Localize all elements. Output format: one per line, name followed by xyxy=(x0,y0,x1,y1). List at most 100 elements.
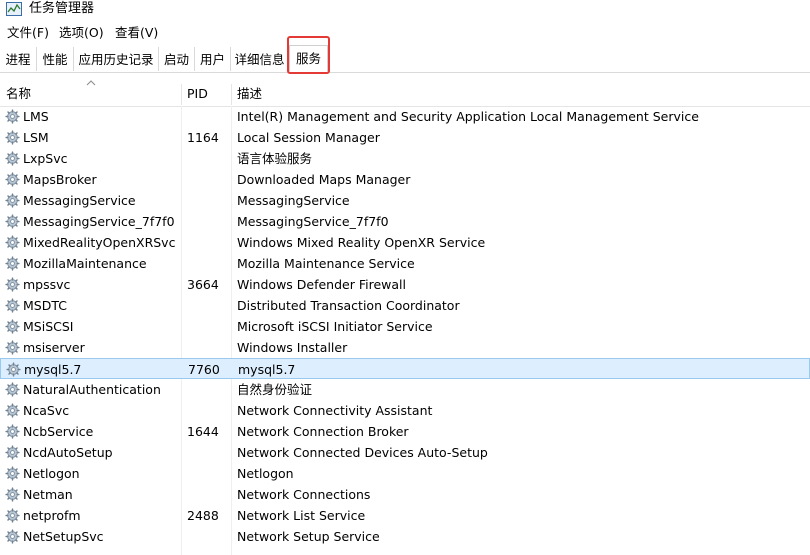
service-description: Local Session Manager xyxy=(237,130,380,145)
service-name: msiserver xyxy=(23,340,85,355)
service-gear-icon xyxy=(5,340,20,355)
service-name: MSDTC xyxy=(23,298,67,313)
service-pid: 7760 xyxy=(188,362,220,377)
service-name: MessagingService_7f7f0 xyxy=(23,214,175,229)
service-name: mpssvc xyxy=(23,277,71,292)
service-row[interactable]: MessagingService_7f7f0 MessagingService_… xyxy=(0,211,810,232)
service-description: Network Connections xyxy=(237,487,371,502)
service-row[interactable]: MozillaMaintenance Mozilla Maintenance S… xyxy=(0,253,810,274)
service-pid: 3664 xyxy=(187,277,219,292)
service-gear-icon xyxy=(5,172,20,187)
tab-details[interactable]: 详细信息 xyxy=(231,47,289,71)
service-description: Distributed Transaction Coordinator xyxy=(237,298,460,313)
service-gear-icon xyxy=(5,319,20,334)
service-row[interactable]: Netlogon Netlogon xyxy=(0,463,810,484)
service-description: Downloaded Maps Manager xyxy=(237,172,411,187)
service-row[interactable]: NcaSvc Network Connectivity Assistant xyxy=(0,400,810,421)
column-pid[interactable]: PID xyxy=(181,84,231,105)
service-description: Mozilla Maintenance Service xyxy=(237,256,415,271)
service-name: NcaSvc xyxy=(23,403,70,418)
service-row[interactable]: MixedRealityOpenXRSvc Windows Mixed Real… xyxy=(0,232,810,253)
service-row[interactable]: MapsBroker Downloaded Maps Manager xyxy=(0,169,810,190)
services-list: LMS Intel(R) Management and Security App… xyxy=(0,106,810,555)
service-pid: 1164 xyxy=(187,130,219,145)
service-row[interactable]: MSDTC Distributed Transaction Coordinato… xyxy=(0,295,810,316)
menu-file[interactable]: 文件(F) xyxy=(7,24,49,42)
service-gear-icon xyxy=(5,466,20,481)
service-name: NcbService xyxy=(23,424,94,439)
service-pid: 2488 xyxy=(187,508,219,523)
menu-options[interactable]: 选项(O) xyxy=(59,24,104,42)
service-gear-icon xyxy=(5,130,20,145)
service-gear-icon xyxy=(5,277,20,292)
service-row[interactable]: netprofm 2488 Network List Service xyxy=(0,505,810,526)
service-description: Network Connectivity Assistant xyxy=(237,403,433,418)
service-row[interactable]: NetSetupSvc Network Setup Service xyxy=(0,526,810,547)
service-row[interactable]: LMS Intel(R) Management and Security App… xyxy=(0,106,810,127)
service-gear-icon xyxy=(5,193,20,208)
service-row[interactable]: mpssvc 3664 Windows Defender Firewall xyxy=(0,274,810,295)
task-manager-icon xyxy=(6,2,22,16)
service-description: Microsoft iSCSI Initiator Service xyxy=(237,319,433,334)
service-row[interactable]: NaturalAuthentication 自然身份验证 xyxy=(0,379,810,400)
service-description: Windows Defender Firewall xyxy=(237,277,406,292)
menu-bar: 文件(F) 选项(O) 查看(V) xyxy=(0,24,810,44)
service-name: Netlogon xyxy=(23,466,80,481)
service-gear-icon xyxy=(5,256,20,271)
service-description: Network Setup Service xyxy=(237,529,380,544)
service-gear-icon xyxy=(5,508,20,523)
service-name: NcdAutoSetup xyxy=(23,445,113,460)
column-name[interactable]: 名称 xyxy=(0,84,181,105)
service-description: MessagingService_7f7f0 xyxy=(237,214,389,229)
service-name: MixedRealityOpenXRSvc xyxy=(23,235,176,250)
service-row[interactable]: msiserver Windows Installer xyxy=(0,337,810,358)
title-bar: 任务管理器 xyxy=(0,0,810,20)
service-gear-icon xyxy=(5,109,20,124)
service-row[interactable]: NcbService 1644 Network Connection Broke… xyxy=(0,421,810,442)
service-row[interactable]: MSiSCSI Microsoft iSCSI Initiator Servic… xyxy=(0,316,810,337)
service-gear-icon xyxy=(6,362,21,377)
column-header: 名称 PID 描述 xyxy=(0,84,810,107)
service-description: 自然身份验证 xyxy=(237,382,313,397)
service-gear-icon xyxy=(5,382,20,397)
service-name: MSiSCSI xyxy=(23,319,74,334)
service-row[interactable]: NcdAutoSetup Network Connected Devices A… xyxy=(0,442,810,463)
service-name: NetSetupSvc xyxy=(23,529,104,544)
tab-app-history[interactable]: 应用历史记录 xyxy=(74,47,159,71)
tab-bar: 进程 性能 应用历史记录 启动 用户 详细信息 服务 xyxy=(0,45,810,73)
tab-startup[interactable]: 启动 xyxy=(159,47,195,71)
service-row[interactable]: mysql5.7 7760 mysql5.7 xyxy=(0,358,810,379)
service-gear-icon xyxy=(5,529,20,544)
service-gear-icon xyxy=(5,235,20,250)
service-gear-icon xyxy=(5,445,20,460)
service-gear-icon xyxy=(5,403,20,418)
service-name: NaturalAuthentication xyxy=(23,382,161,397)
service-description: Network Connection Broker xyxy=(237,424,409,439)
service-gear-icon xyxy=(5,214,20,229)
service-name: netprofm xyxy=(23,508,81,523)
highlight-annotation xyxy=(287,36,330,74)
window-title: 任务管理器 xyxy=(29,1,95,16)
tab-users[interactable]: 用户 xyxy=(195,47,231,71)
service-description: 语言体验服务 xyxy=(237,151,313,166)
service-name: LSM xyxy=(23,130,49,145)
service-name: mysql5.7 xyxy=(24,362,82,377)
menu-view[interactable]: 查看(V) xyxy=(115,24,158,42)
service-row[interactable]: Netman Network Connections xyxy=(0,484,810,505)
service-name: LxpSvc xyxy=(23,151,68,166)
tab-processes[interactable]: 进程 xyxy=(0,47,37,71)
service-gear-icon xyxy=(5,487,20,502)
column-description[interactable]: 描述 xyxy=(231,84,810,105)
tab-performance[interactable]: 性能 xyxy=(37,47,74,71)
service-gear-icon xyxy=(5,424,20,439)
service-description: Netlogon xyxy=(237,466,294,481)
service-gear-icon xyxy=(5,151,20,166)
service-row[interactable]: LxpSvc 语言体验服务 xyxy=(0,148,810,169)
service-row[interactable]: LSM 1164 Local Session Manager xyxy=(0,127,810,148)
service-name: Netman xyxy=(23,487,73,502)
service-pid: 1644 xyxy=(187,424,219,439)
service-row[interactable]: MessagingService MessagingService xyxy=(0,190,810,211)
service-description: Network Connected Devices Auto-Setup xyxy=(237,445,488,460)
service-description: MessagingService xyxy=(237,193,350,208)
service-name: MessagingService xyxy=(23,193,136,208)
